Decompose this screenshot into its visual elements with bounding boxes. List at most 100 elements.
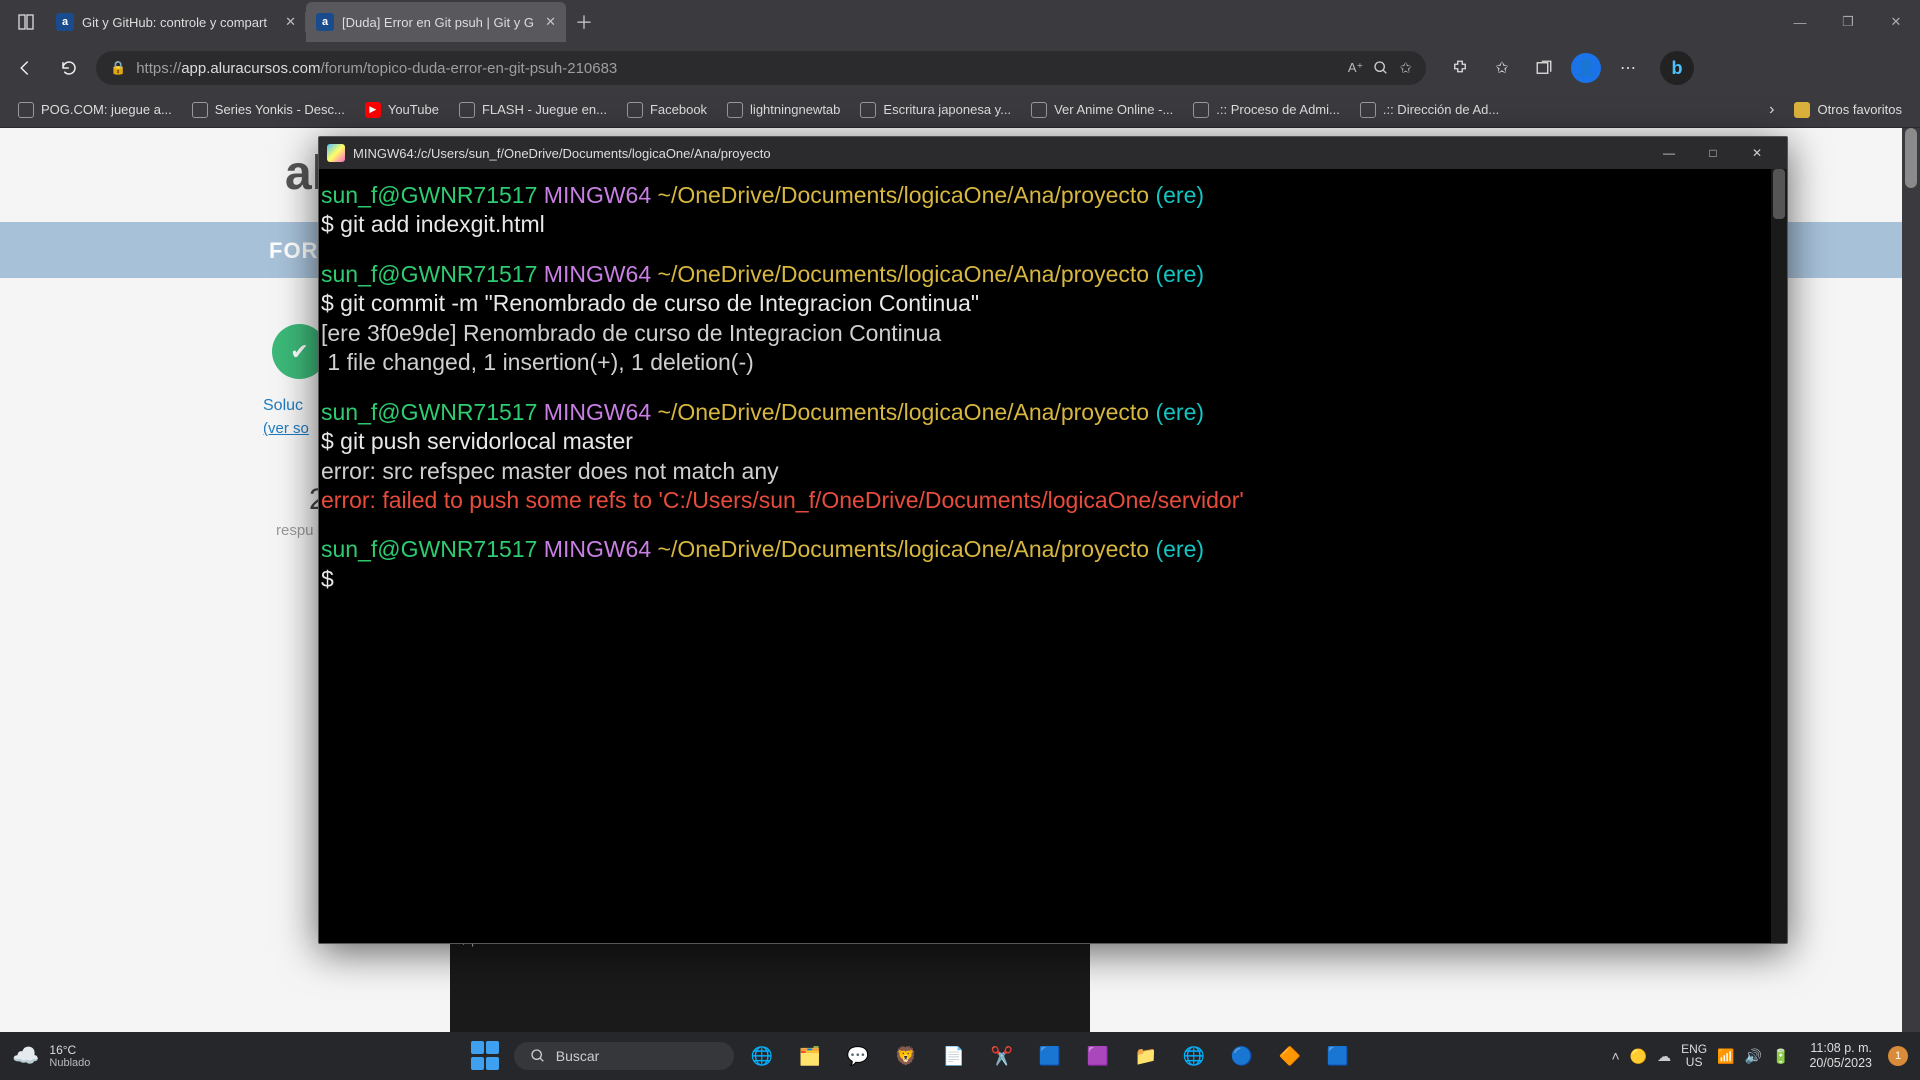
bookmark-item[interactable]: Ver Anime Online -... <box>1023 98 1181 122</box>
chrome-icon[interactable]: 🌐 <box>1174 1036 1214 1076</box>
weather-desc: Nublado <box>49 1057 90 1069</box>
git-bash-icon <box>327 144 345 162</box>
taskbar-search[interactable]: Buscar <box>514 1042 734 1070</box>
url-text: https://app.aluracursos.com/forum/topico… <box>136 60 1338 77</box>
task-view-icon[interactable]: 🗂️ <box>790 1036 830 1076</box>
zoom-icon[interactable] <box>1373 60 1389 76</box>
bookmark-item[interactable]: POG.COM: juegue a... <box>10 98 180 122</box>
onedrive-icon[interactable]: ☁ <box>1657 1048 1671 1065</box>
page-icon <box>1360 102 1376 118</box>
page-icon <box>627 102 643 118</box>
terminal-scrollbar[interactable] <box>1771 169 1787 943</box>
folder-icon <box>1794 102 1810 118</box>
close-icon[interactable]: ✕ <box>285 14 296 30</box>
refresh-button[interactable] <box>52 51 86 85</box>
bookmark-item[interactable]: .:: Dirección de Ad... <box>1352 98 1507 122</box>
minimize-icon[interactable]: ― <box>1776 0 1824 44</box>
tab-title: Git y GitHub: controle y compart <box>82 15 277 30</box>
tab-actions-button[interactable] <box>6 2 46 42</box>
browser-tab-0[interactable]: a Git y GitHub: controle y compart ✕ <box>46 2 306 42</box>
ver-solucion-link[interactable]: (ver so <box>263 420 309 437</box>
app-icon[interactable]: 🟪 <box>1078 1036 1118 1076</box>
weather-widget[interactable]: ☁️ 16°C Nublado <box>12 1043 212 1069</box>
notepad-icon[interactable]: 📄 <box>934 1036 974 1076</box>
notification-count[interactable]: 1 <box>1888 1046 1908 1066</box>
terminal-window: MINGW64:/c/Users/sun_f/OneDrive/Document… <box>318 136 1788 944</box>
system-tray: ˄ 🟡 ☁ ENGUS 📶 🔊 🔋 11:08 p. m. 20/05/2023… <box>1611 1041 1908 1071</box>
toolbar-actions: ✩ 👤 ⋯ b <box>1442 50 1694 86</box>
minimize-icon[interactable]: ― <box>1647 137 1691 169</box>
bing-button[interactable]: b <box>1660 51 1694 85</box>
vscode-icon[interactable]: 🟦 <box>1318 1036 1358 1076</box>
bookmark-overflow-icon[interactable]: › <box>1761 97 1782 123</box>
edge-icon[interactable]: 🔵 <box>1222 1036 1262 1076</box>
maximize-icon[interactable]: ❐ <box>1824 0 1872 44</box>
solucionado-label: Soluc <box>263 397 303 415</box>
close-icon[interactable]: ✕ <box>1872 0 1920 44</box>
bookmarks-bar: POG.COM: juegue a... Series Yonkis - Des… <box>0 92 1920 128</box>
explorer-icon[interactable]: 📁 <box>1126 1036 1166 1076</box>
temperature: 16°C <box>49 1043 90 1057</box>
collections-icon[interactable] <box>1526 50 1562 86</box>
clock[interactable]: 11:08 p. m. 20/05/2023 <box>1809 1041 1872 1071</box>
page-scrollbar[interactable] <box>1902 128 1920 1040</box>
tab-title: [Duda] Error en Git psuh | Git y G <box>342 15 537 30</box>
close-icon[interactable]: ✕ <box>1735 137 1779 169</box>
scrollbar-thumb[interactable] <box>1905 128 1917 188</box>
windows-taskbar: ☁️ 16°C Nublado Buscar 🌐 🗂️ 💬 🦁 📄 ✂️ 🟦 🟪… <box>0 1032 1920 1080</box>
page-icon <box>459 102 475 118</box>
bookmark-item[interactable]: Series Yonkis - Desc... <box>184 98 353 122</box>
maximize-icon[interactable]: □ <box>1691 137 1735 169</box>
app-icon[interactable]: 🟦 <box>1030 1036 1070 1076</box>
page-icon <box>860 102 876 118</box>
bookmark-item[interactable]: Facebook <box>619 98 715 122</box>
window-controls: ― ❐ ✕ <box>1776 0 1920 44</box>
extensions-icon[interactable] <box>1442 50 1478 86</box>
terminal-title-text: MINGW64:/c/Users/sun_f/OneDrive/Document… <box>353 146 771 161</box>
more-icon[interactable]: ⋯ <box>1610 50 1646 86</box>
bookmark-item[interactable]: lightningnewtab <box>719 98 848 122</box>
bookmark-item[interactable]: ▶YouTube <box>357 98 447 122</box>
tray-chevron-icon[interactable]: ˄ <box>1611 1048 1619 1064</box>
start-button[interactable] <box>466 1036 506 1076</box>
chat-icon[interactable]: 💬 <box>838 1036 878 1076</box>
wifi-icon[interactable]: 📶 <box>1717 1048 1734 1065</box>
scrollbar-thumb[interactable] <box>1773 169 1785 219</box>
forum-label: FOR <box>269 238 318 264</box>
page-icon <box>727 102 743 118</box>
lock-icon: 🔒 <box>110 60 126 76</box>
volume-icon[interactable]: 🔊 <box>1745 1048 1762 1065</box>
profile-button[interactable]: 👤 <box>1568 50 1604 86</box>
read-aloud-icon[interactable]: A⁺ <box>1348 60 1364 76</box>
bookmark-item[interactable]: Escritura japonesa y... <box>852 98 1019 122</box>
new-tab-button[interactable]: ＋ <box>566 9 602 35</box>
favorite-star-icon[interactable]: ✩ <box>1399 59 1412 77</box>
tray-app-icon[interactable]: 🟡 <box>1630 1048 1647 1065</box>
weather-icon: ☁️ <box>12 1043 39 1069</box>
page-icon <box>18 102 34 118</box>
browser-tab-1[interactable]: a [Duda] Error en Git psuh | Git y G ✕ <box>306 2 566 42</box>
git-bash-icon[interactable]: 🔶 <box>1270 1036 1310 1076</box>
snip-icon[interactable]: ✂️ <box>982 1036 1022 1076</box>
close-icon[interactable]: ✕ <box>545 14 556 30</box>
terminal-titlebar[interactable]: MINGW64:/c/Users/sun_f/OneDrive/Document… <box>319 137 1787 169</box>
tab-favicon: a <box>56 13 74 31</box>
copilot-icon[interactable]: 🌐 <box>742 1036 782 1076</box>
youtube-icon: ▶ <box>365 102 381 118</box>
page-icon <box>1193 102 1209 118</box>
back-button[interactable] <box>8 51 42 85</box>
language-indicator[interactable]: ENGUS <box>1681 1043 1707 1069</box>
terminal-body[interactable]: sun_f@GWNR71517 MINGW64 ~/OneDrive/Docum… <box>319 169 1787 943</box>
url-bar[interactable]: 🔒 https://app.aluracursos.com/forum/topi… <box>96 51 1426 85</box>
page-icon <box>1031 102 1047 118</box>
search-placeholder: Buscar <box>556 1048 600 1064</box>
browser-toolbar: 🔒 https://app.aluracursos.com/forum/topi… <box>0 44 1920 92</box>
brave-icon[interactable]: 🦁 <box>886 1036 926 1076</box>
taskbar-center: Buscar 🌐 🗂️ 💬 🦁 📄 ✂️ 🟦 🟪 📁 🌐 🔵 🔶 🟦 <box>216 1036 1607 1076</box>
page-icon <box>192 102 208 118</box>
favorites-icon[interactable]: ✩ <box>1484 50 1520 86</box>
battery-icon[interactable]: 🔋 <box>1772 1048 1789 1065</box>
other-favorites[interactable]: Otros favoritos <box>1786 98 1910 122</box>
bookmark-item[interactable]: .:: Proceso de Admi... <box>1185 98 1348 122</box>
bookmark-item[interactable]: FLASH - Juegue en... <box>451 98 615 122</box>
